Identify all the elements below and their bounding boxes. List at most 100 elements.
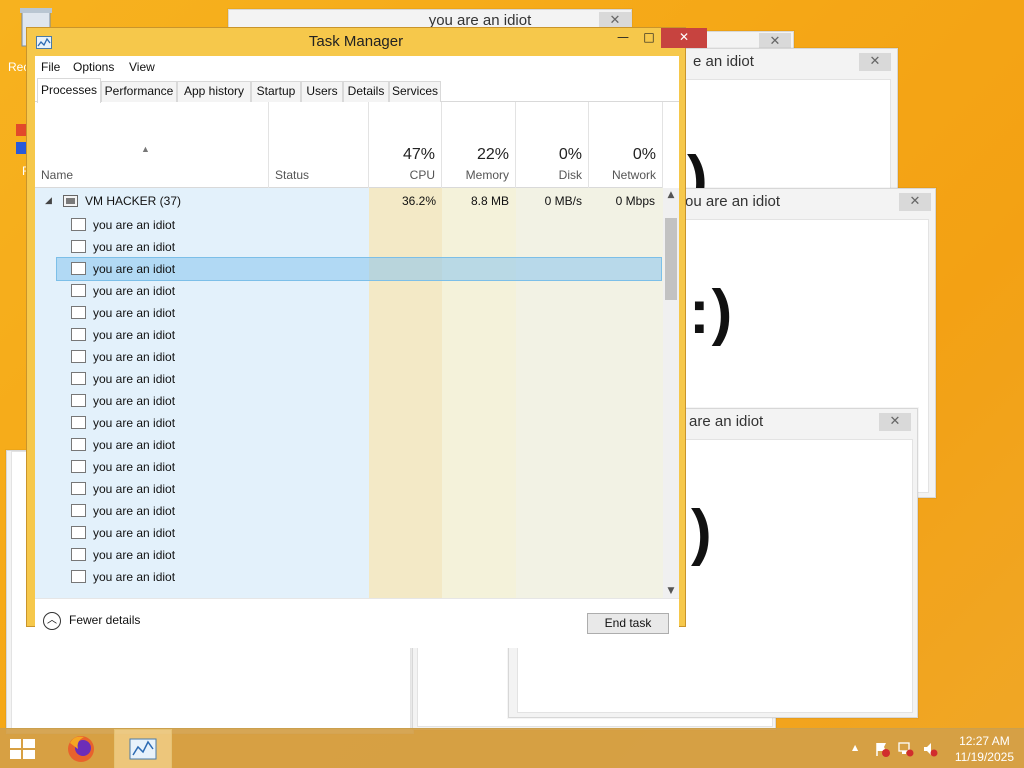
task-manager-window: Task Manager — □ ✕ File Options View Pro… <box>26 27 707 648</box>
scroll-down-icon[interactable]: ▼ <box>665 586 677 596</box>
process-row[interactable]: you are an idiot <box>35 324 663 346</box>
column-header-status[interactable]: Status <box>269 102 369 188</box>
scroll-up-icon[interactable]: ▲ <box>665 190 677 200</box>
group-disk-value: 0 MB/s <box>544 194 582 208</box>
tab-app-history[interactable]: App history <box>177 81 251 102</box>
process-window-icon <box>71 240 86 253</box>
process-row[interactable]: you are an idiot <box>35 302 663 324</box>
title-bar[interactable]: Task Manager — □ ✕ <box>27 28 707 56</box>
close-icon[interactable]: ✕ <box>879 413 911 431</box>
process-name: you are an idiot <box>93 504 176 518</box>
process-name: you are an idiot <box>93 416 176 430</box>
column-header-name[interactable]: ▲ Name <box>35 102 269 188</box>
column-name-label: Name <box>41 168 74 182</box>
system-clock[interactable]: 12:27 AM 11/19/2025 <box>955 733 1014 765</box>
window-title: Task Manager <box>308 33 404 50</box>
tab-users[interactable]: Users <box>301 81 343 102</box>
column-header-memory[interactable]: 22% Memory <box>442 102 516 188</box>
show-hidden-icons-icon[interactable]: ▲ <box>852 743 858 752</box>
taskbar: ▲ 12:27 AM 11/19/2025 <box>0 728 1024 768</box>
fewer-details-link[interactable]: Fewer details <box>69 613 140 627</box>
idiot-smiley: ) <box>691 498 714 567</box>
process-name: you are an idiot <box>93 482 176 496</box>
process-group-name: VM HACKER (37) <box>85 194 182 208</box>
process-name: you are an idiot <box>93 548 176 562</box>
process-name: you are an idiot <box>93 570 176 584</box>
menu-bar: File Options View <box>35 56 679 78</box>
footer-bar: ︿ Fewer details End task <box>35 598 679 648</box>
process-name: you are an idiot <box>93 240 176 254</box>
process-row[interactable]: you are an idiot <box>35 346 663 368</box>
process-row[interactable]: you are an idiot <box>35 412 663 434</box>
tab-strip: Processes Performance App history Startu… <box>35 78 679 103</box>
tab-startup[interactable]: Startup <box>251 81 301 102</box>
menu-view[interactable]: View <box>129 60 155 74</box>
process-name: you are an idiot <box>93 328 176 342</box>
volume-muted-icon[interactable] <box>922 741 938 757</box>
group-network-value: 0 Mbps <box>615 194 655 208</box>
disk-column-label: Disk <box>558 168 582 182</box>
clock-time: 12:27 AM <box>959 734 1010 748</box>
column-header-network[interactable]: 0% Network <box>589 102 663 188</box>
vertical-scrollbar[interactable]: ▲ ▼ <box>663 188 679 598</box>
menu-options[interactable]: Options <box>73 60 114 74</box>
tab-processes[interactable]: Processes <box>37 78 101 103</box>
firefox-taskbar-icon[interactable] <box>52 729 110 768</box>
idiot-popup-body <box>685 79 891 195</box>
collapse-arrow-icon[interactable]: ◢ <box>45 195 52 206</box>
process-row[interactable]: you are an idiot <box>35 566 663 588</box>
process-list: ◢ VM HACKER (37) 36.2% 8.8 MB 0 MB/s 0 M… <box>35 188 663 598</box>
app-window-icon <box>63 195 78 207</box>
process-row[interactable]: you are an idiot <box>35 522 663 544</box>
process-row[interactable]: you are an idiot <box>35 544 663 566</box>
group-memory-value: 8.8 MB <box>470 194 509 208</box>
process-window-icon <box>71 526 86 539</box>
tab-services[interactable]: Services <box>389 81 441 102</box>
process-row[interactable]: you are an idiot <box>35 456 663 478</box>
network-icon[interactable] <box>898 741 914 757</box>
process-name: you are an idiot <box>93 526 176 540</box>
process-window-icon <box>71 548 86 561</box>
process-row[interactable]: you are an idiot <box>35 478 663 500</box>
action-center-flag-icon[interactable] <box>874 741 890 757</box>
process-window-icon <box>71 218 86 231</box>
network-total-percent: 0% <box>632 146 656 163</box>
network-column-label: Network <box>611 168 656 182</box>
windows-start-icon[interactable] <box>8 737 38 761</box>
column-header-disk[interactable]: 0% Disk <box>516 102 589 188</box>
task-manager-taskbar-icon[interactable] <box>114 729 172 768</box>
group-cpu-value: 36.2% <box>401 194 436 208</box>
process-row[interactable]: you are an idiot <box>35 390 663 412</box>
memory-column-label: Memory <box>465 168 509 182</box>
tab-performance[interactable]: Performance <box>101 81 177 102</box>
process-row[interactable]: you are an idiot <box>56 257 662 281</box>
process-name: you are an idiot <box>93 460 176 474</box>
column-headers: ▲ Name Status 47% CPU 22% Memory 0% Disk… <box>35 102 663 188</box>
chevron-up-icon[interactable]: ︿ <box>43 612 61 630</box>
process-row[interactable]: you are an idiot <box>35 368 663 390</box>
idiot-popup-title: ou are an idiot <box>685 193 781 210</box>
clock-date: 11/19/2025 <box>954 750 1014 764</box>
maximize-button[interactable]: □ <box>637 28 661 48</box>
cpu-column-label: CPU <box>409 168 435 182</box>
process-row[interactable]: you are an idiot <box>35 236 663 258</box>
process-row[interactable]: you are an idiot <box>35 280 663 302</box>
process-group-row[interactable]: ◢ VM HACKER (37) 36.2% 8.8 MB 0 MB/s 0 M… <box>35 190 663 212</box>
idiot-smiley: :) <box>689 278 735 347</box>
process-row[interactable]: you are an idiot <box>35 500 663 522</box>
process-name: you are an idiot <box>93 350 176 364</box>
scrollbar-thumb[interactable] <box>665 218 677 300</box>
process-window-icon <box>71 284 86 297</box>
process-row[interactable]: you are an idiot <box>35 434 663 456</box>
column-header-cpu[interactable]: 47% CPU <box>369 102 442 188</box>
process-name: you are an idiot <box>93 262 176 276</box>
tab-details[interactable]: Details <box>343 81 389 102</box>
close-button[interactable]: ✕ <box>661 28 707 48</box>
end-task-button[interactable]: End task <box>587 613 669 634</box>
process-window-icon <box>71 350 86 363</box>
menu-file[interactable]: File <box>41 60 60 74</box>
minimize-button[interactable]: — <box>611 28 635 48</box>
close-icon[interactable]: ✕ <box>859 53 891 71</box>
close-icon[interactable]: ✕ <box>899 193 931 211</box>
process-row[interactable]: you are an idiot <box>35 214 663 236</box>
